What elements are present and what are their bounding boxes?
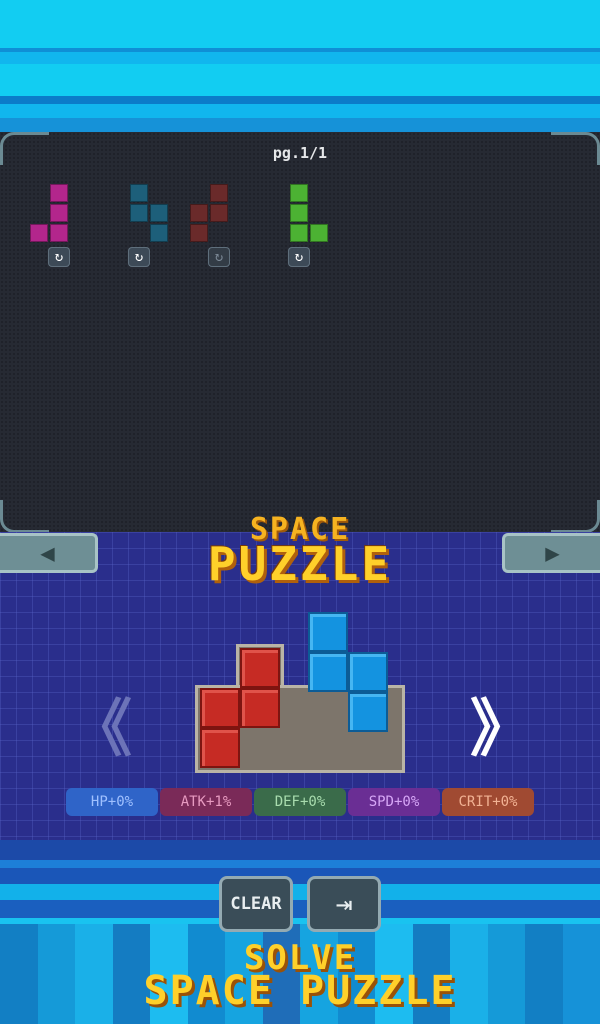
red-block[interactable] bbox=[240, 648, 280, 688]
clear-button[interactable]: CLEAR bbox=[219, 876, 293, 932]
stat-badge-atk: ATK+1% bbox=[160, 788, 252, 816]
magenta-j-piece[interactable] bbox=[30, 184, 70, 244]
blue-block[interactable] bbox=[348, 692, 388, 732]
rotate-icon: ↻ bbox=[208, 247, 230, 267]
footer-title-line2: SPACE PUZZLE bbox=[143, 968, 457, 1014]
red-block[interactable] bbox=[200, 728, 240, 768]
green-l-piece[interactable] bbox=[290, 184, 330, 244]
logo-puzzle-text: PUZZLE bbox=[207, 537, 393, 591]
prev-puzzle-button[interactable]: 《 bbox=[70, 678, 132, 768]
stat-badge-hp: HP+0% bbox=[66, 788, 158, 816]
rotate-icon[interactable]: ↻ bbox=[48, 247, 70, 267]
rotate-icon[interactable]: ↻ bbox=[128, 247, 150, 267]
red-block[interactable] bbox=[240, 688, 280, 728]
teal-s-piece[interactable] bbox=[130, 184, 170, 244]
exit-button[interactable]: ⇥ bbox=[307, 876, 381, 932]
exit-door-icon: ⇥ bbox=[335, 887, 353, 920]
red-block[interactable] bbox=[200, 688, 240, 728]
page-indicator: pg.1/1 bbox=[272, 144, 328, 162]
rotate-icon[interactable]: ↻ bbox=[288, 247, 310, 267]
top-stripe-band bbox=[0, 0, 600, 135]
blue-block[interactable] bbox=[308, 612, 348, 652]
dark-red-s-piece[interactable] bbox=[190, 184, 230, 244]
stat-badge-spd: SPD+0% bbox=[348, 788, 440, 816]
stat-badge-def: DEF+0% bbox=[254, 788, 346, 816]
stat-badge-crit: CRIT+0% bbox=[442, 788, 534, 816]
blue-block[interactable] bbox=[308, 652, 348, 692]
next-puzzle-button[interactable]: 》 bbox=[470, 678, 532, 768]
blue-block[interactable] bbox=[348, 652, 388, 692]
